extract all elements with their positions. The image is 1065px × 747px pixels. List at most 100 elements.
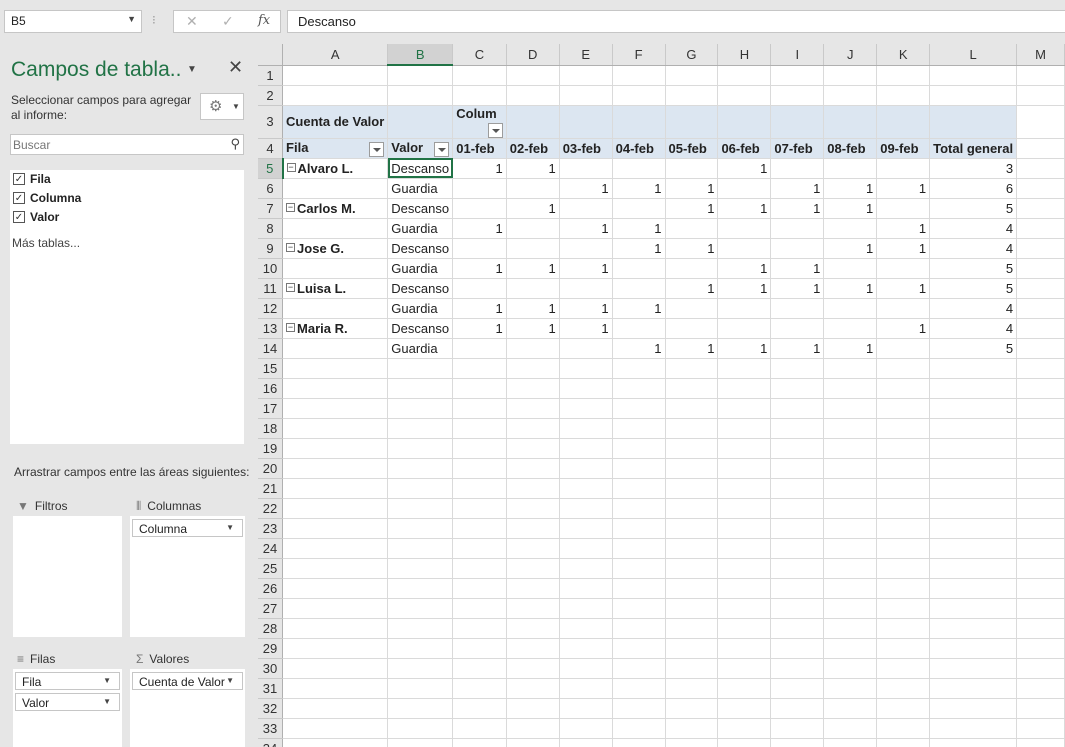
cell[interactable] (929, 658, 1018, 679)
cell[interactable] (282, 458, 389, 479)
cell[interactable] (612, 458, 666, 479)
cell[interactable] (387, 85, 454, 106)
cell[interactable]: 1 (770, 338, 825, 359)
row-header[interactable]: 30 (258, 658, 284, 679)
cell[interactable] (387, 578, 454, 599)
cell[interactable] (387, 558, 454, 579)
cell[interactable] (770, 358, 825, 379)
row-header[interactable]: 5 (258, 158, 284, 179)
cell[interactable] (876, 618, 931, 639)
cell[interactable] (823, 218, 878, 239)
cell[interactable]: 03-feb (559, 138, 613, 159)
cell[interactable] (387, 698, 454, 719)
cell[interactable] (387, 718, 454, 739)
cell[interactable]: 1 (770, 258, 825, 279)
cell[interactable]: 1 (876, 218, 931, 239)
rows-chip-valor[interactable]: Valor ▼ (15, 693, 120, 711)
cell[interactable] (717, 638, 772, 659)
row-header[interactable]: 34 (258, 738, 284, 747)
search-icon[interactable]: ⚲ (230, 136, 240, 152)
more-tables-link[interactable]: Más tablas... (12, 236, 80, 250)
cell[interactable] (452, 478, 507, 499)
cell[interactable] (665, 738, 719, 747)
cell[interactable] (1016, 218, 1065, 239)
cell[interactable] (612, 518, 666, 539)
cell[interactable] (282, 738, 389, 747)
column-header-f[interactable]: F (612, 44, 666, 66)
cell[interactable] (876, 578, 931, 599)
cell[interactable] (506, 85, 560, 106)
cell[interactable] (612, 698, 666, 719)
row-header[interactable]: 27 (258, 598, 284, 619)
cell[interactable] (1016, 478, 1065, 499)
cell[interactable] (1016, 105, 1065, 139)
cell[interactable] (282, 338, 389, 359)
cell[interactable] (387, 518, 454, 539)
cell[interactable] (717, 578, 772, 599)
column-header-b[interactable]: B (387, 44, 454, 66)
cell[interactable]: 1 (665, 278, 719, 299)
cell[interactable] (929, 738, 1018, 747)
cell[interactable] (717, 85, 772, 106)
cell[interactable]: 1 (612, 178, 666, 199)
cell[interactable] (1016, 698, 1065, 719)
cell[interactable] (929, 458, 1018, 479)
cell[interactable] (282, 578, 389, 599)
row-header[interactable]: 26 (258, 578, 284, 599)
cell[interactable] (665, 678, 719, 699)
cell[interactable] (506, 578, 560, 599)
cell[interactable] (823, 738, 878, 747)
cell[interactable] (506, 418, 560, 439)
chevron-down-icon[interactable]: ▼ (103, 676, 111, 685)
checkbox-checked-icon[interactable]: ✓ (13, 210, 25, 223)
cell[interactable] (559, 618, 613, 639)
cell[interactable]: 07-feb (770, 138, 825, 159)
cell[interactable] (717, 398, 772, 419)
row-header[interactable]: 1 (258, 65, 284, 86)
cell[interactable] (282, 638, 389, 659)
cell[interactable] (1016, 338, 1065, 359)
cell[interactable]: 1 (823, 178, 878, 199)
cell[interactable] (612, 718, 666, 739)
cell[interactable] (770, 158, 825, 179)
cell[interactable] (823, 498, 878, 519)
chevron-down-icon[interactable]: ▼ (127, 14, 136, 24)
row-header[interactable]: 21 (258, 478, 284, 499)
cell[interactable] (770, 718, 825, 739)
cell[interactable] (929, 85, 1018, 106)
row-header[interactable]: 2 (258, 85, 284, 106)
column-header-e[interactable]: E (559, 44, 613, 66)
cell[interactable]: − Luisa L. (282, 278, 389, 299)
cell[interactable] (770, 638, 825, 659)
cell[interactable] (387, 105, 454, 139)
row-header[interactable]: 7 (258, 198, 284, 219)
filter-dropdown-icon[interactable] (434, 141, 450, 157)
cell[interactable]: 4 (929, 218, 1018, 239)
cell[interactable] (282, 598, 389, 619)
cell[interactable] (1016, 198, 1065, 219)
collapse-icon[interactable]: − (286, 202, 296, 212)
cell[interactable] (823, 65, 878, 86)
cell[interactable] (559, 698, 613, 719)
cell[interactable] (1016, 418, 1065, 439)
cell[interactable]: 1 (612, 218, 666, 239)
cell[interactable] (770, 438, 825, 459)
cell[interactable] (823, 358, 878, 379)
chevron-down-icon[interactable]: ▼ (226, 523, 234, 532)
cell[interactable] (559, 278, 613, 299)
row-header[interactable]: 31 (258, 678, 284, 699)
cell[interactable] (717, 478, 772, 499)
cell[interactable] (665, 518, 719, 539)
cell[interactable] (823, 105, 878, 139)
cell[interactable] (612, 438, 666, 459)
cell[interactable]: 1 (452, 298, 507, 319)
filter-dropdown-icon[interactable] (369, 141, 385, 157)
cell[interactable] (717, 298, 772, 319)
cell[interactable]: 1 (665, 198, 719, 219)
cell[interactable] (612, 198, 666, 219)
cell[interactable] (1016, 638, 1065, 659)
cell[interactable] (282, 258, 389, 279)
cell[interactable]: 02-feb (506, 138, 560, 159)
cell[interactable] (559, 338, 613, 359)
cell[interactable]: − Jose G. (282, 238, 389, 259)
